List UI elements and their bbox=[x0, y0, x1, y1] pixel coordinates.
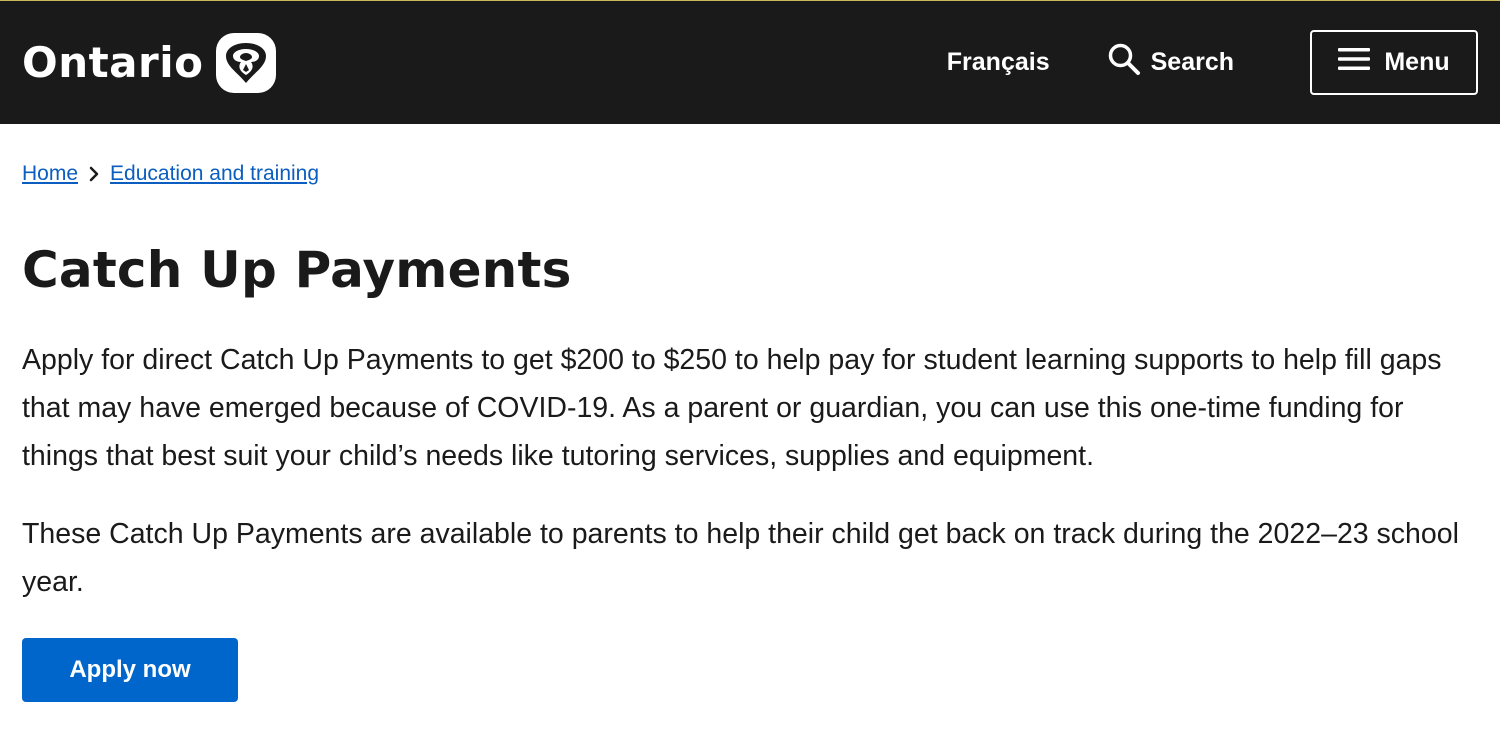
breadcrumb-education-link[interactable]: Education and training bbox=[110, 162, 319, 186]
language-toggle-link[interactable]: Français bbox=[947, 48, 1050, 77]
breadcrumb: Home Education and training bbox=[22, 162, 1478, 186]
availability-paragraph: These Catch Up Payments are available to… bbox=[22, 518, 1459, 598]
site-header: Ontario Français Search Menu bbox=[0, 0, 1500, 124]
logo-text: Ontario bbox=[22, 38, 204, 87]
main-content: Home Education and training Catch Up Pay… bbox=[0, 162, 1500, 702]
ontario-logo-link[interactable]: Ontario bbox=[22, 32, 276, 93]
search-icon bbox=[1107, 42, 1141, 83]
chevron-right-icon bbox=[87, 165, 101, 183]
menu-label: Menu bbox=[1384, 48, 1450, 76]
intro-paragraph: Apply for direct Catch Up Payments to ge… bbox=[22, 344, 1442, 472]
search-link[interactable]: Search bbox=[1107, 42, 1234, 83]
hamburger-menu-icon bbox=[1338, 47, 1371, 78]
menu-button[interactable]: Menu bbox=[1310, 30, 1478, 95]
apply-now-button[interactable]: Apply now bbox=[22, 638, 238, 702]
search-label: Search bbox=[1150, 48, 1234, 76]
ontario-trillium-icon bbox=[215, 32, 276, 93]
page-title: Catch Up Payments bbox=[22, 241, 572, 299]
breadcrumb-home-link[interactable]: Home bbox=[22, 162, 78, 186]
header-nav: Français Search Menu bbox=[947, 30, 1478, 95]
